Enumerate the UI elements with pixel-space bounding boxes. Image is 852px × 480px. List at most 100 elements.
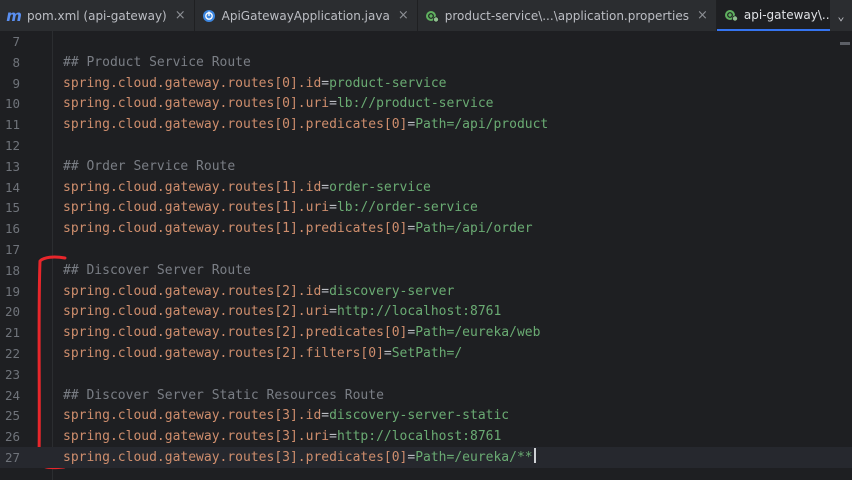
property-value: SetPath=/ [391, 346, 463, 361]
code-line: 26 spring.cloud.gateway.routes[3].uri=htt… [0, 426, 852, 447]
property-key: spring.cloud.gateway.routes[0].uri [63, 96, 330, 112]
assignment-operator: = [329, 200, 337, 216]
code-text: spring.cloud.gateway.routes[1].id=order-… [63, 177, 431, 198]
property-key: spring.cloud.gateway.routes[3].id [63, 408, 322, 424]
code-line: 21 spring.cloud.gateway.routes[2].predica… [0, 322, 852, 343]
code-text: spring.cloud.gateway.routes[2].predicate… [63, 322, 540, 343]
code-line: 12 [0, 135, 852, 156]
line-number: 10 [4, 96, 20, 112]
code-text: ## Product Service Route [63, 52, 251, 73]
property-key: spring.cloud.gateway.routes[1].predicate… [63, 221, 408, 237]
comment-text: ## Discover Server Static Resources Rout… [63, 387, 384, 403]
code-line: 19 spring.cloud.gateway.routes[2].id=disc… [0, 281, 852, 302]
line-number: 14 [4, 179, 20, 195]
code-text: spring.cloud.gateway.routes[2].filters[0… [63, 343, 462, 364]
code-text: ## Order Service Route [63, 156, 235, 177]
close-tab-icon[interactable]: × [697, 8, 708, 23]
code-line: 23 [0, 364, 852, 385]
line-number: 19 [4, 283, 20, 299]
comment-text: ## Product Service Route [63, 54, 251, 70]
editor-tab-bar: m pom.xml (api-gateway) × ApiGatewayApplica… [0, 0, 852, 32]
code-editor[interactable]: 7 8 ## Product Service Route 9 spring.cloud.… [0, 31, 852, 480]
property-value: product-service [329, 75, 447, 91]
text-caret [533, 448, 536, 463]
comment-text: ## Order Service Route [63, 158, 236, 174]
assignment-operator: = [329, 304, 337, 320]
editor-tab[interactable]: product-service\...\application.properti… [418, 0, 717, 31]
line-number: 18 [4, 262, 20, 278]
line-number: 22 [4, 346, 20, 361]
code-line: 11 spring.cloud.gateway.routes[0].predica… [0, 114, 852, 135]
line-number: 21 [4, 325, 20, 341]
code-text: spring.cloud.gateway.routes[2].id=discov… [63, 281, 454, 302]
code-line: 13 ## Order Service Route [0, 156, 852, 177]
property-value: Path=/api/order [415, 221, 533, 237]
code-text: ## Discover Server Route [63, 260, 251, 281]
editor-tab[interactable]: ApiGatewayApplication.java × [195, 0, 418, 31]
line-number: 23 [4, 366, 20, 382]
tab-label: pom.xml (api-gateway) [27, 8, 167, 23]
line-number: 11 [4, 117, 20, 133]
property-value: lb://product-service [336, 96, 494, 112]
line-number: 25 [4, 408, 20, 424]
line-number: 9 [12, 75, 20, 91]
property-key: spring.cloud.gateway.routes[2].uri [63, 304, 330, 320]
property-value: http://localhost:8761 [336, 304, 502, 320]
code-text: spring.cloud.gateway.routes[0].uri=lb://… [63, 93, 493, 114]
spring-properties-icon [724, 8, 738, 22]
property-value: order-service [329, 179, 431, 195]
code-text: spring.cloud.gateway.routes[0].predicate… [63, 114, 548, 135]
assignment-operator: = [321, 179, 330, 195]
code-text: spring.cloud.gateway.routes[1].predicate… [63, 218, 533, 239]
line-number: 27 [4, 450, 20, 465]
property-value: http://localhost:8761 [336, 429, 502, 445]
code-line: 8 ## Product Service Route [0, 52, 852, 73]
property-key: spring.cloud.gateway.routes[0].predicate… [63, 117, 408, 133]
code-line: 15 spring.cloud.gateway.routes[1].uri=lb:… [0, 197, 852, 218]
spring-properties-icon [425, 9, 439, 23]
property-value: lb://order-service [336, 200, 478, 216]
property-value: Path=/eureka/web [415, 325, 541, 341]
property-value: discovery-server [329, 283, 455, 299]
code-line: 17 [0, 239, 852, 260]
code-line: 20 spring.cloud.gateway.routes[2].uri=htt… [0, 301, 852, 322]
line-number: 16 [4, 221, 20, 237]
property-key: spring.cloud.gateway.routes[0].id [63, 75, 322, 91]
tab-label: product-service\...\application.properti… [444, 8, 689, 23]
code-line: 16 spring.cloud.gateway.routes[1].predica… [0, 218, 852, 239]
close-tab-icon[interactable]: × [398, 8, 409, 23]
property-key: spring.cloud.gateway.routes[1].uri [63, 200, 330, 216]
code-text: spring.cloud.gateway.routes[0].id=produc… [63, 73, 447, 94]
line-number: 17 [4, 242, 20, 257]
code-line: 25 spring.cloud.gateway.routes[3].id=disc… [0, 405, 852, 426]
maven-icon: m [6, 6, 22, 25]
editor-tab[interactable]: m pom.xml (api-gateway) × [0, 0, 195, 31]
property-value: Path=/api/product [415, 117, 549, 133]
line-number: 13 [4, 158, 20, 174]
code-text: spring.cloud.gateway.routes[3].uri=http:… [63, 426, 501, 447]
line-number: 8 [12, 54, 20, 70]
property-key: spring.cloud.gateway.routes[1].id [63, 179, 322, 195]
code-line: 22 spring.cloud.gateway.routes[2].filters… [0, 343, 852, 364]
code-text: spring.cloud.gateway.routes[3].predicate… [63, 447, 536, 468]
spring-boot-icon [202, 9, 216, 23]
code-line: 9 spring.cloud.gateway.routes[0].id=produ… [0, 73, 852, 94]
close-tab-icon[interactable]: × [175, 8, 186, 23]
assignment-operator: = [321, 408, 330, 424]
comment-text: ## Discover Server Route [63, 262, 251, 278]
code-line: 24 ## Discover Server Static Resources Ro… [0, 385, 852, 406]
code-line: 14 spring.cloud.gateway.routes[1].id=orde… [0, 177, 852, 198]
property-value: discovery-server-static [329, 408, 510, 424]
tab-label: ApiGatewayApplication.java [221, 8, 390, 23]
property-key: spring.cloud.gateway.routes[2].filters[0… [63, 346, 384, 361]
line-number: 26 [4, 429, 20, 445]
tab-list-chevron-icon[interactable]: ⌄ [830, 0, 852, 31]
line-number: 15 [4, 200, 20, 216]
property-key: spring.cloud.gateway.routes[3].predicate… [63, 450, 408, 465]
code-line: 18 ## Discover Server Route [0, 260, 852, 281]
property-key: spring.cloud.gateway.routes[3].uri [63, 429, 330, 445]
line-number: 7 [12, 34, 20, 49]
assignment-operator: = [383, 346, 392, 361]
assignment-operator: = [329, 96, 337, 112]
code-text: ## Discover Server Static Resources Rout… [63, 385, 384, 406]
